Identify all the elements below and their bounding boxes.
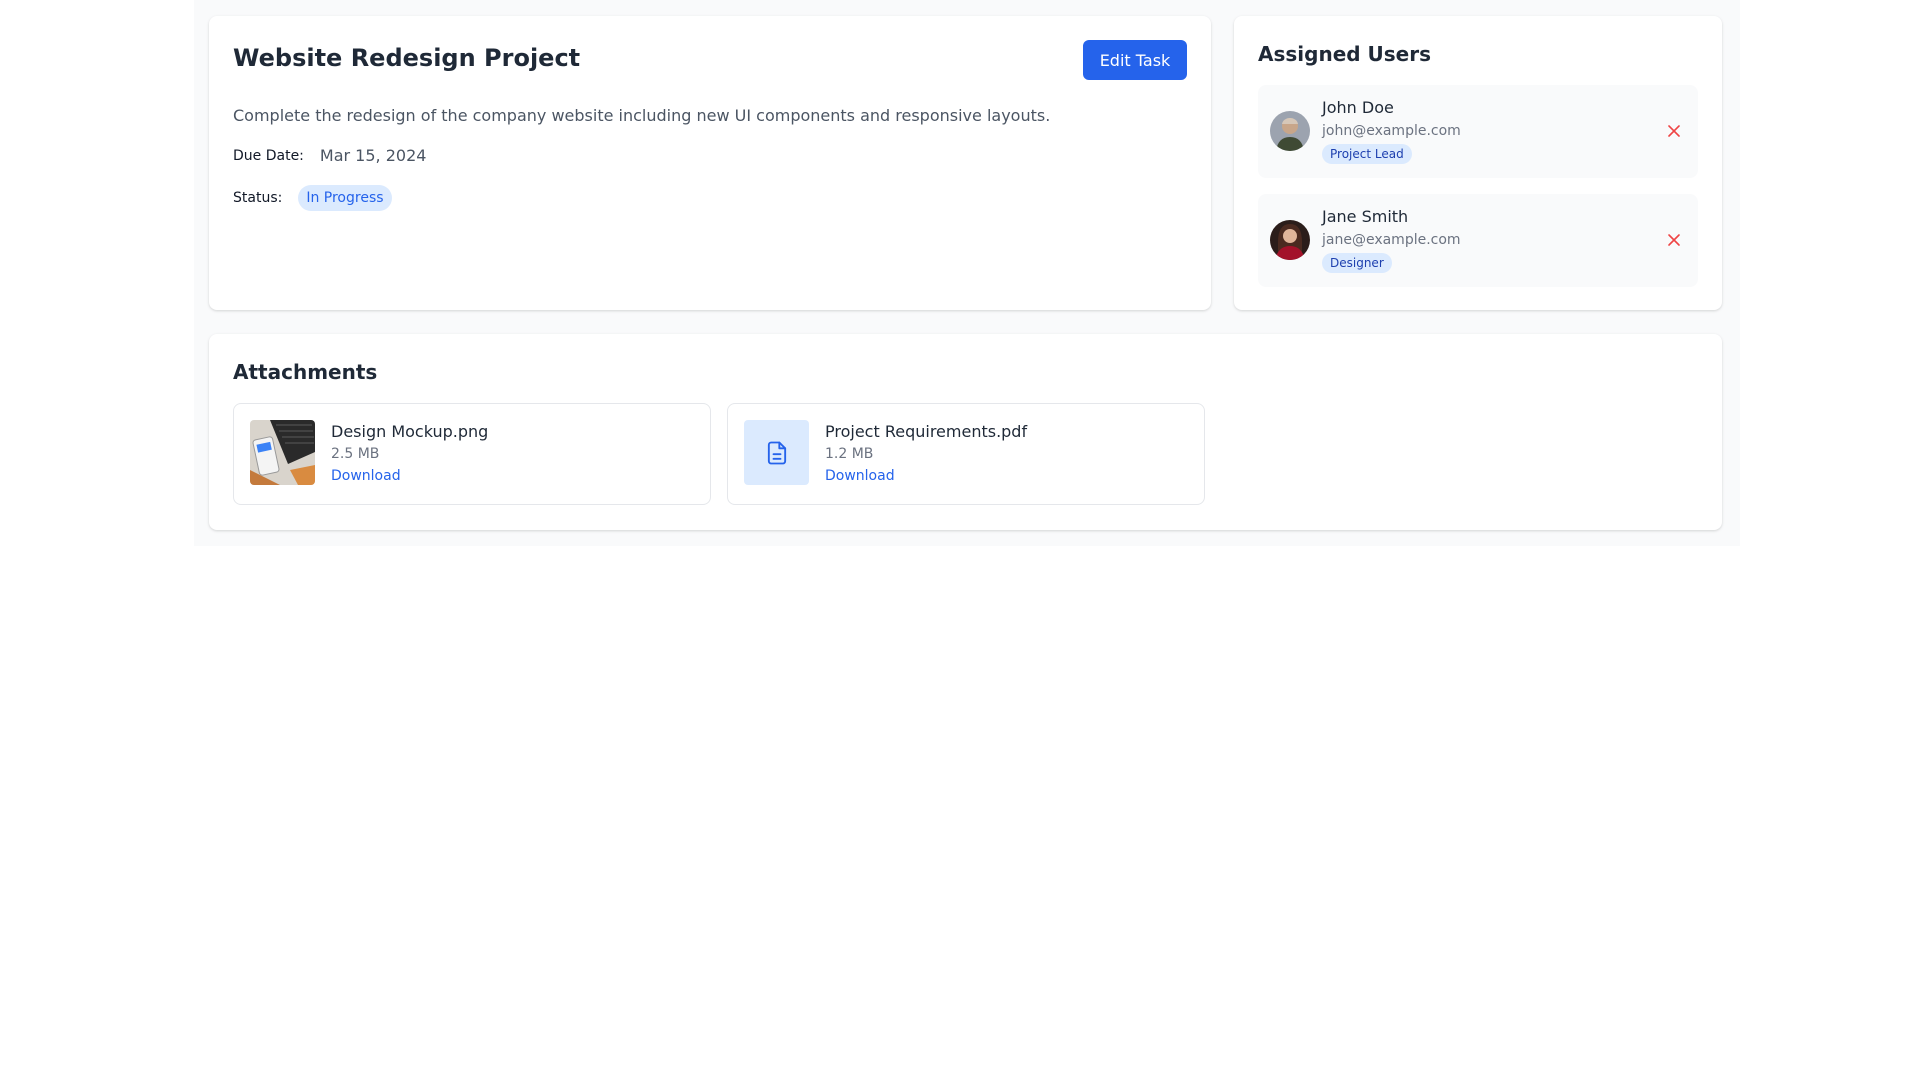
task-title: Website Redesign Project (233, 44, 581, 72)
assigned-users-card: Assigned Users John Doe john@example.com… (1234, 16, 1722, 310)
due-date-label: Due Date: (233, 147, 304, 164)
status-badge: In Progress (298, 185, 392, 211)
file-name: Design Mockup.png (331, 422, 489, 441)
attachments-title: Attachments (233, 360, 378, 384)
user-email: john@example.com (1322, 123, 1461, 139)
file-size: 1.2 MB (825, 446, 874, 462)
file-name: Project Requirements.pdf (825, 422, 1028, 441)
due-date-value: Mar 15, 2024 (319, 146, 427, 165)
attachment-item: Design Mockup.png 2.5 MB Download (233, 403, 711, 505)
remove-user-button[interactable] (1664, 230, 1684, 250)
download-link[interactable]: Download (331, 468, 401, 484)
user-list-item: John Doe john@example.com Project Lead (1258, 85, 1698, 178)
assigned-users-title: Assigned Users (1258, 42, 1432, 66)
attachment-item: Project Requirements.pdf 1.2 MB Download (727, 403, 1205, 505)
file-size: 2.5 MB (331, 446, 380, 462)
role-badge: Designer (1322, 253, 1392, 273)
edit-task-button[interactable]: Edit Task (1083, 40, 1187, 80)
user-list-item: Jane Smith jane@example.com Designer (1258, 194, 1698, 287)
status-row: Status: In Progress (233, 185, 392, 211)
close-icon (1668, 234, 1680, 246)
avatar (1270, 220, 1310, 260)
image-thumbnail (250, 420, 315, 485)
download-link[interactable]: Download (825, 468, 895, 484)
user-name: John Doe (1322, 98, 1394, 117)
avatar (1270, 111, 1310, 151)
status-label: Status: (233, 190, 283, 206)
user-email: jane@example.com (1322, 232, 1461, 248)
due-date-row: Due Date: Mar 15, 2024 (233, 146, 426, 165)
task-details-card: Website Redesign Project Edit Task Compl… (209, 16, 1211, 310)
document-icon (744, 420, 809, 485)
role-badge: Project Lead (1322, 144, 1412, 164)
attachments-card: Attachments Design Mockup.png 2.5 MB Dow… (209, 334, 1722, 530)
task-description: Complete the redesign of the company web… (233, 106, 1051, 125)
user-name: Jane Smith (1322, 207, 1409, 226)
remove-user-button[interactable] (1664, 121, 1684, 141)
close-icon (1668, 125, 1680, 137)
